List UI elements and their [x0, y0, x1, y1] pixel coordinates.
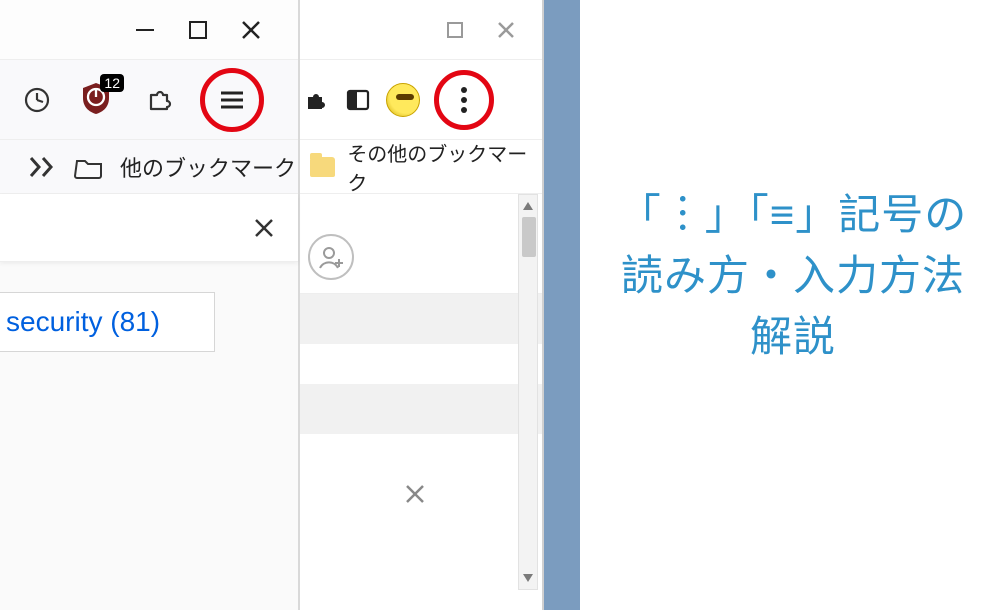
close-row: [288, 434, 542, 554]
firefox-bookmarks-bar: 他のブックマーク: [0, 140, 298, 194]
folder-outline-icon[interactable]: [74, 154, 104, 180]
kebab-highlight: [434, 70, 494, 130]
chrome-toolbar: [288, 60, 542, 140]
firefox-toolbar: 12: [0, 60, 298, 140]
extension-icon[interactable]: [300, 85, 330, 115]
other-bookmarks-label[interactable]: 他のブックマーク: [120, 151, 296, 183]
maximize-icon[interactable]: [186, 18, 210, 42]
title-line-2: 読み方・入力方法: [598, 246, 988, 307]
chrome-titlebar: [288, 0, 542, 60]
profile-avatar-icon[interactable]: [386, 83, 420, 117]
article-title: 「︙」「≡」記号の 読み方・入力方法 解説: [598, 185, 988, 368]
extension-badge: 12: [100, 74, 124, 92]
side-panel-icon[interactable]: [344, 86, 372, 114]
minimize-icon[interactable]: [132, 17, 158, 43]
tag-security[interactable]: security (81): [0, 292, 215, 352]
close-icon[interactable]: [400, 479, 430, 509]
clock-icon[interactable]: [22, 85, 52, 115]
folder-icon[interactable]: [310, 157, 335, 177]
maximize-icon[interactable]: [444, 19, 466, 41]
list-row-placeholder: [288, 294, 542, 344]
close-icon[interactable]: [238, 17, 264, 43]
ublock-shield-icon[interactable]: 12: [78, 80, 118, 120]
firefox-titlebar: [0, 0, 298, 60]
other-bookmarks-label[interactable]: その他のブックマーク: [347, 138, 542, 196]
scrollbar-thumb[interactable]: [522, 217, 536, 257]
spacer: [288, 344, 542, 384]
puzzle-icon[interactable]: [144, 85, 174, 115]
vertical-scrollbar[interactable]: [518, 194, 538, 590]
add-person-icon[interactable]: [308, 234, 354, 280]
hamburger-menu-icon[interactable]: [215, 83, 249, 117]
firefox-window: 12 他のブックマーク s: [0, 0, 300, 610]
scroll-up-arrow-icon[interactable]: [519, 195, 537, 217]
chrome-bookmarks-bar: その他のブックマーク: [288, 140, 542, 194]
close-icon[interactable]: [494, 18, 518, 42]
close-icon[interactable]: [250, 214, 278, 242]
title-line-1: 「︙」「≡」記号の: [598, 185, 988, 246]
chrome-content-top: [288, 194, 542, 294]
chrome-window: その他のブックマーク: [288, 0, 544, 610]
hamburger-highlight: [200, 68, 264, 132]
vertical-divider: [544, 0, 580, 610]
kebab-menu-icon[interactable]: [451, 83, 477, 117]
tag-label: security (81): [6, 306, 160, 338]
article-thumbnail: 12 他のブックマーク s: [0, 0, 1000, 610]
chevrons-right-icon[interactable]: [28, 154, 58, 180]
scroll-down-arrow-icon[interactable]: [519, 567, 537, 589]
panel-close-row: [0, 194, 298, 262]
list-row-placeholder: [288, 384, 542, 434]
title-line-3: 解説: [598, 307, 988, 368]
